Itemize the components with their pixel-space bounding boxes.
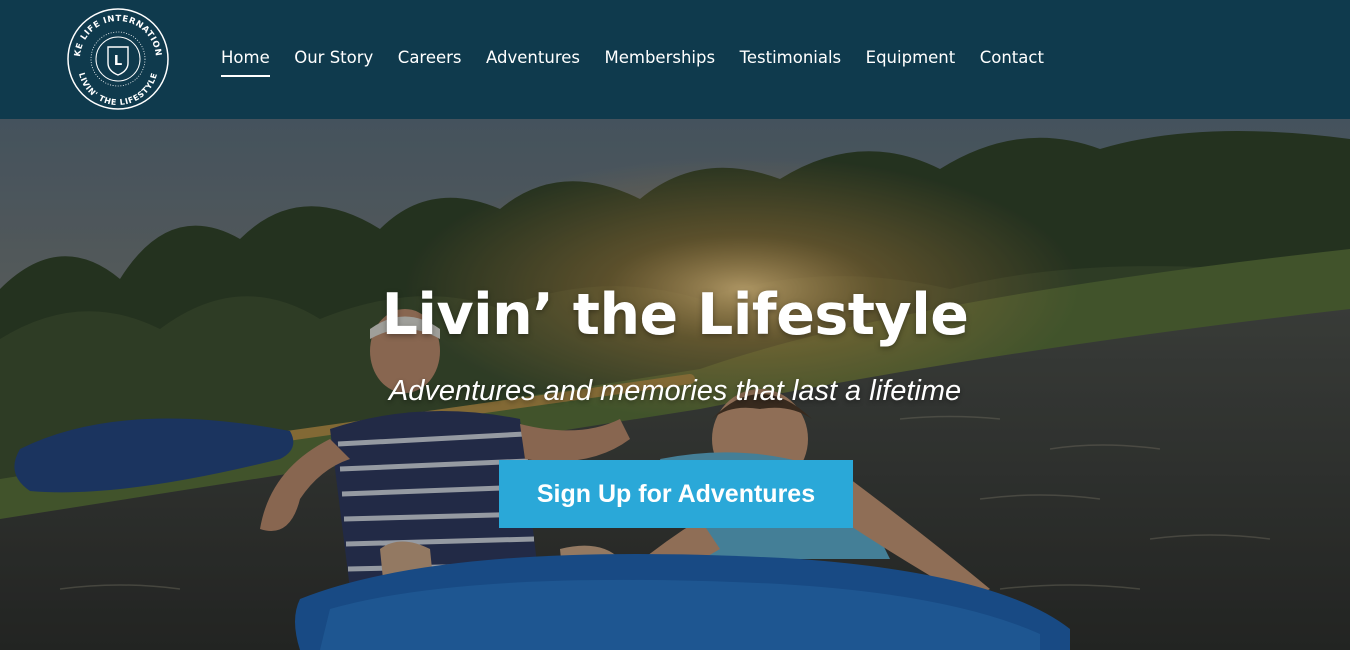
logo-ring-bottom-text: LIVIN' THE LIFESTYLE	[77, 72, 159, 108]
hero-title: Livin’ the Lifestyle	[381, 282, 969, 348]
site-header: LAKE LIFE INTERNATIONAL LIVIN' THE LIFES…	[0, 0, 1350, 119]
nav-adventures[interactable]: Adventures	[486, 47, 580, 69]
nav-contact[interactable]: Contact	[980, 47, 1044, 69]
nav-our-story[interactable]: Our Story	[294, 47, 373, 69]
logo-monogram: L	[114, 54, 122, 69]
hero-subtitle: Adventures and memories that last a life…	[388, 375, 962, 407]
nav-careers[interactable]: Careers	[398, 47, 462, 69]
main-nav: Home Our Story Careers Adventures Member…	[221, 47, 1068, 77]
svg-text:LIVIN' THE LIFESTYLE: LIVIN' THE LIFESTYLE	[77, 72, 159, 108]
sign-up-adventures-button[interactable]: Sign Up for Adventures	[499, 460, 853, 528]
hero-section: Livin’ the Lifestyle Adventures and memo…	[0, 119, 1350, 650]
nav-memberships[interactable]: Memberships	[605, 47, 716, 69]
nav-testimonials[interactable]: Testimonials	[740, 47, 842, 69]
nav-home[interactable]: Home	[221, 47, 270, 77]
lake-life-logo[interactable]: LAKE LIFE INTERNATIONAL LIVIN' THE LIFES…	[66, 7, 170, 111]
nav-equipment[interactable]: Equipment	[866, 47, 956, 69]
